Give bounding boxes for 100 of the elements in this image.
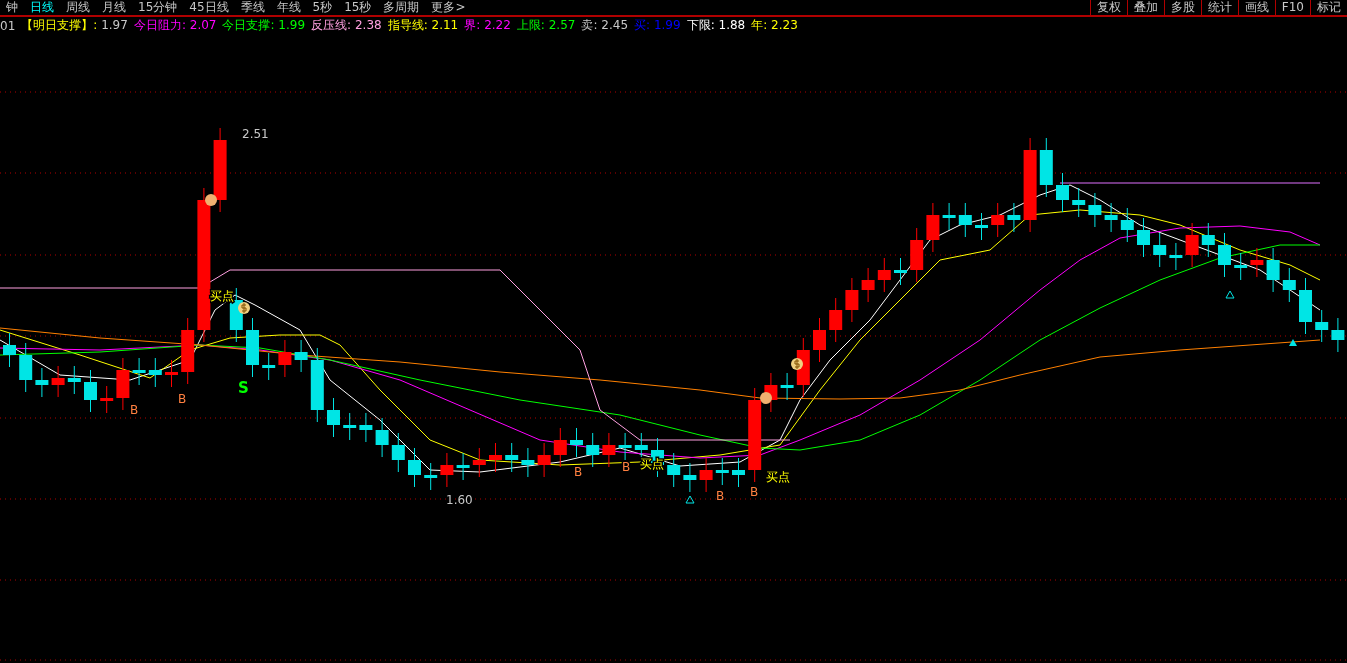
toolbar-button[interactable]: 叠加 (1126, 0, 1164, 15)
candlestick (100, 385, 114, 414)
candlestick (278, 339, 292, 378)
candlestick (537, 442, 551, 478)
candlestick (181, 317, 195, 385)
candlestick (505, 442, 519, 473)
candlestick (424, 462, 438, 491)
indicator-reading: 今日阻力: 2.07 (133, 17, 217, 34)
period-tab[interactable]: 周线 (60, 0, 96, 15)
candlestick (375, 417, 389, 458)
indicator-reading: 指导线: 2.11 (387, 17, 459, 34)
price-label: 1.60 (446, 493, 473, 507)
buy-mark: B (716, 489, 725, 503)
indicator-reading: 下限: 1.88 (686, 17, 746, 34)
candlestick (602, 432, 616, 468)
candlestick (910, 227, 924, 283)
candlestick (148, 357, 162, 388)
period-tab[interactable]: 更多> (425, 0, 472, 15)
candlestick (327, 397, 340, 438)
toolbar-button[interactable]: 统计 (1200, 0, 1238, 15)
period-tab[interactable]: 钟 (0, 0, 24, 15)
toolbar-button[interactable]: 多股 (1163, 0, 1201, 15)
candlestick (1234, 252, 1248, 281)
candlestick (165, 359, 178, 388)
candlestick (132, 357, 146, 386)
candlestick (570, 427, 583, 458)
candlestick (1266, 247, 1280, 293)
indicator-reading: 买: 1.99 (634, 17, 681, 34)
candlestick (1169, 242, 1183, 271)
money-bag-icon (791, 358, 803, 370)
period-tab[interactable]: 15分钟 (132, 0, 184, 15)
candlestick (1185, 222, 1199, 268)
toolbar-button[interactable]: 画线 (1237, 0, 1275, 15)
candlestick (1315, 309, 1329, 343)
candlestick (894, 257, 907, 286)
candlestick (1104, 202, 1118, 233)
candlestick (553, 427, 567, 468)
buy-mark: B (622, 460, 631, 474)
candlestick (1088, 192, 1102, 228)
period-tab[interactable]: 年线 (270, 0, 307, 15)
period-tab[interactable]: 45日线 (183, 0, 235, 15)
candlestick (472, 447, 486, 478)
candlestick (1201, 222, 1215, 258)
triangle-icon (1289, 339, 1297, 346)
candlestick (1056, 172, 1069, 213)
period-tab[interactable]: 日线 (24, 0, 60, 15)
candlestick (1072, 187, 1086, 218)
candlestick (3, 332, 16, 368)
period-tab[interactable]: 月线 (96, 0, 132, 15)
period-tab[interactable]: 多周期 (377, 0, 426, 15)
candlestick (667, 452, 681, 488)
indicator-reading: 卖: 2.45 (581, 17, 629, 34)
indicator-reading: 今日支撑: 1.99 (222, 17, 306, 34)
indicator-reading: 上限: 2.57 (516, 17, 576, 34)
buy-point-label: 买点 (210, 289, 234, 303)
candlestick (440, 452, 454, 488)
candlestick (408, 447, 421, 488)
candlestick (1282, 267, 1296, 303)
candlestick (489, 442, 502, 473)
candlestick (51, 365, 65, 398)
sell-mark: S (238, 379, 249, 397)
candlestick (780, 372, 794, 401)
candlestick (1153, 232, 1167, 268)
candlestick (958, 202, 972, 238)
candlestick (975, 212, 988, 241)
buy-point-label: 买点 (766, 470, 790, 484)
candlestick (1039, 137, 1053, 198)
triangle-icon (1225, 290, 1235, 299)
candlestick (294, 339, 308, 373)
candlestick (618, 432, 632, 461)
indicator-reading: 界: 2.22 (464, 17, 511, 34)
indicator-number: 01 (0, 18, 16, 33)
candlestick (1218, 232, 1231, 278)
price-label: 2.51 (242, 127, 269, 141)
buy-mark: B (574, 465, 583, 479)
candlestick (861, 267, 875, 303)
candlestick (845, 277, 859, 323)
period-tab[interactable]: 15秒 (338, 0, 378, 15)
period-tab[interactable]: 5秒 (306, 0, 339, 15)
candlestick (715, 457, 729, 486)
candlestick (116, 357, 130, 411)
candlestick (19, 342, 33, 393)
candlestick (683, 462, 697, 493)
candlestick (1299, 277, 1312, 335)
buy-mark: B (750, 485, 759, 499)
toolbar-button[interactable]: 复权 (1089, 0, 1127, 15)
candlestick (1137, 217, 1150, 258)
candlestick (699, 457, 713, 493)
candlestick (246, 317, 259, 378)
candlestick (35, 367, 49, 398)
candlestick (796, 337, 810, 398)
toolbar-button[interactable]: F10 (1274, 0, 1310, 15)
candlestick (926, 202, 940, 253)
toolbar-button[interactable]: 标记 (1310, 0, 1347, 15)
candlestick (521, 447, 535, 478)
candlestick (991, 202, 1005, 238)
indicator-reading: 反压线: 2.38 (311, 17, 382, 34)
candlestick (1331, 317, 1345, 353)
candlestick (391, 432, 405, 473)
period-tab[interactable]: 季线 (234, 0, 271, 15)
